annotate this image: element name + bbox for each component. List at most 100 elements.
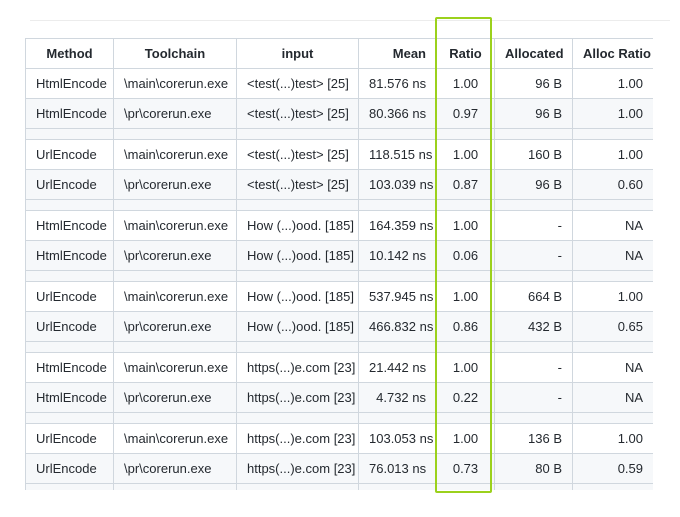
cell-mean: 4.732 ns xyxy=(358,382,437,413)
group-separator-row xyxy=(25,128,653,140)
separator-cell xyxy=(436,412,495,424)
table-row: HtmlEncode \main\corerun.exe How (...)ood.… xyxy=(25,210,653,241)
cell-ratio: 1.00 xyxy=(436,210,495,241)
cell-mean: 103.039 ns xyxy=(358,169,437,200)
column-header-allocated: Allocated xyxy=(494,38,573,69)
separator-cell xyxy=(436,199,495,211)
cell-method: UrlEncode xyxy=(25,139,114,170)
cell-alloc-ratio: 1.00 xyxy=(572,423,653,454)
cell-toolchain: \main\corerun.exe xyxy=(113,423,237,454)
cell-method: UrlEncode xyxy=(25,169,114,200)
cell-mean: 164.359 ns xyxy=(358,210,437,241)
cell-ratio: 1.00 xyxy=(436,68,495,99)
separator-cell xyxy=(436,341,495,353)
group-separator-row xyxy=(25,199,653,211)
cell-alloc-ratio: NA xyxy=(572,382,653,413)
separator-cell xyxy=(113,412,237,424)
cell-alloc-ratio: NA xyxy=(572,210,653,241)
separator-cell xyxy=(436,270,495,282)
cell-toolchain: \pr\corerun.exe xyxy=(113,240,237,271)
cell-alloc-ratio: 1.00 xyxy=(572,281,653,312)
cell-toolchain: \pr\corerun.exe xyxy=(113,453,237,484)
cell-ratio: 0.87 xyxy=(436,169,495,200)
table-body: HtmlEncode \main\corerun.exe <test(...)tes… xyxy=(25,68,653,490)
separator-cell xyxy=(358,270,437,282)
cell-allocated: 96 B xyxy=(494,98,573,129)
cell-method: HtmlEncode xyxy=(25,98,114,129)
cell-ratio: 0.06 xyxy=(436,240,495,271)
cell-toolchain: \main\corerun.exe xyxy=(113,68,237,99)
separator-cell xyxy=(25,270,114,282)
table-row: UrlEncode \pr\corerun.exe https(...)e.com … xyxy=(25,453,653,484)
table-row: UrlEncode \main\corerun.exe <test(...)test… xyxy=(25,139,653,170)
cell-mean: 118.515 ns xyxy=(358,139,437,170)
cell-input: How (...)ood. [185] xyxy=(236,281,359,312)
group-separator-row xyxy=(25,270,653,282)
separator-cell xyxy=(572,199,653,211)
cell-allocated: - xyxy=(494,352,573,383)
cell-mean: 21.442 ns xyxy=(358,352,437,383)
cell-method: UrlEncode xyxy=(25,423,114,454)
top-divider xyxy=(30,20,670,21)
cell-allocated: 136 B xyxy=(494,423,573,454)
separator-cell xyxy=(236,128,359,140)
separator-cell xyxy=(236,341,359,353)
separator-cell xyxy=(25,128,114,140)
cell-method: HtmlEncode xyxy=(25,68,114,99)
separator-cell xyxy=(113,128,237,140)
separator-cell xyxy=(572,341,653,353)
cell-mean: 76.013 ns xyxy=(358,453,437,484)
separator-cell xyxy=(236,199,359,211)
cell-input: https(...)e.com [23] xyxy=(236,453,359,484)
cell-allocated: 96 B xyxy=(494,68,573,99)
separator-cell xyxy=(358,483,437,490)
cell-method: UrlEncode xyxy=(25,453,114,484)
table-row: HtmlEncode \main\corerun.exe https(...)e.c… xyxy=(25,352,653,383)
cell-method: UrlEncode xyxy=(25,311,114,342)
cell-ratio: 1.00 xyxy=(436,423,495,454)
cell-method: HtmlEncode xyxy=(25,240,114,271)
cell-toolchain: \pr\corerun.exe xyxy=(113,311,237,342)
group-separator-row xyxy=(25,483,653,490)
cell-mean: 103.053 ns xyxy=(358,423,437,454)
separator-cell xyxy=(494,483,573,490)
separator-cell xyxy=(25,199,114,211)
column-header-mean: Mean xyxy=(358,38,437,69)
cell-alloc-ratio: 0.60 xyxy=(572,169,653,200)
cell-alloc-ratio: 1.00 xyxy=(572,139,653,170)
separator-cell xyxy=(358,199,437,211)
table-row: UrlEncode \pr\corerun.exe How (...)ood. [1… xyxy=(25,311,653,342)
cell-mean: 81.576 ns xyxy=(358,68,437,99)
cell-toolchain: \main\corerun.exe xyxy=(113,352,237,383)
cell-ratio: 0.22 xyxy=(436,382,495,413)
cell-toolchain: \pr\corerun.exe xyxy=(113,169,237,200)
cell-alloc-ratio: 0.65 xyxy=(572,311,653,342)
column-header-ratio: Ratio xyxy=(436,38,495,69)
table-row: HtmlEncode \pr\corerun.exe How (...)ood. [… xyxy=(25,240,653,271)
column-header-input: input xyxy=(236,38,359,69)
cell-toolchain: \main\corerun.exe xyxy=(113,210,237,241)
cell-input: https(...)e.com [23] xyxy=(236,423,359,454)
table-row: UrlEncode \main\corerun.exe How (...)ood. … xyxy=(25,281,653,312)
cell-alloc-ratio: NA xyxy=(572,352,653,383)
cell-alloc-ratio: 0.59 xyxy=(572,453,653,484)
separator-cell xyxy=(236,412,359,424)
table-row: HtmlEncode \main\corerun.exe <test(...)tes… xyxy=(25,68,653,99)
cell-input: How (...)ood. [185] xyxy=(236,311,359,342)
cell-toolchain: \main\corerun.exe xyxy=(113,281,237,312)
cell-input: How (...)ood. [185] xyxy=(236,240,359,271)
benchmark-results-table: Method Toolchain input Mean Ratio Alloca… xyxy=(25,38,653,490)
cell-input: <test(...)test> [25] xyxy=(236,139,359,170)
separator-cell xyxy=(25,412,114,424)
separator-cell xyxy=(25,341,114,353)
cell-alloc-ratio: 1.00 xyxy=(572,98,653,129)
table-row: UrlEncode \main\corerun.exe https(...)e.co… xyxy=(25,423,653,454)
column-header-toolchain: Toolchain xyxy=(113,38,237,69)
cell-mean: 10.142 ns xyxy=(358,240,437,271)
cell-method: HtmlEncode xyxy=(25,382,114,413)
cell-ratio: 1.00 xyxy=(436,281,495,312)
separator-cell xyxy=(113,341,237,353)
cell-method: HtmlEncode xyxy=(25,352,114,383)
cell-ratio: 0.97 xyxy=(436,98,495,129)
header-row: Method Toolchain input Mean Ratio Alloca… xyxy=(25,38,653,69)
